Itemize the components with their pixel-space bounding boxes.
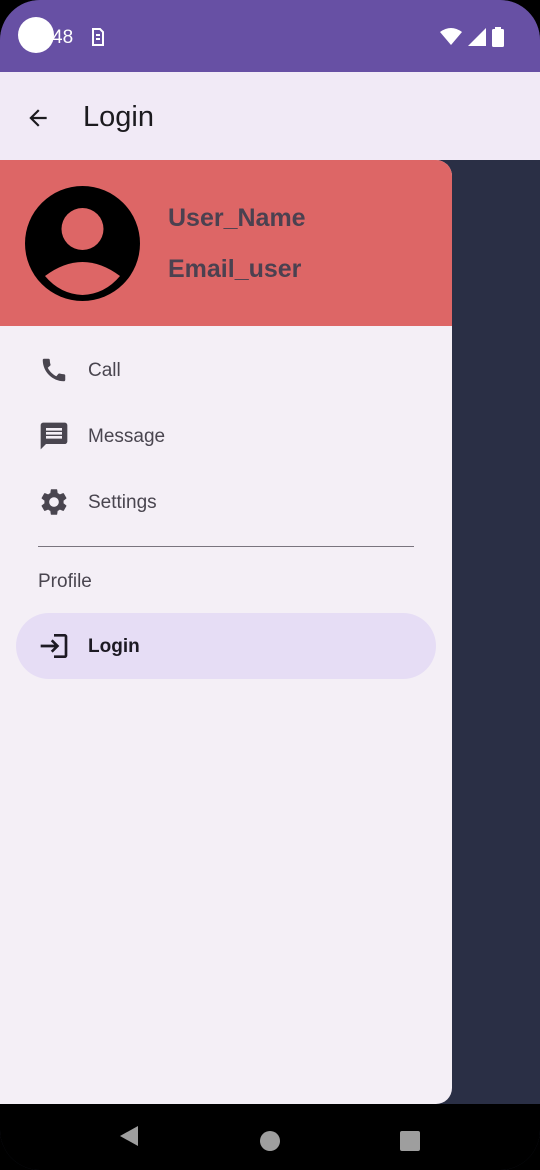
drawer-user-name: User_Name	[168, 204, 306, 232]
navigation-drawer: User_Name Email_user Call Message Settin…	[0, 160, 452, 1104]
camera-cutout	[18, 17, 54, 53]
back-button[interactable]	[20, 100, 56, 136]
sim-icon	[92, 28, 104, 46]
drawer-item-message[interactable]: Message	[16, 403, 436, 469]
status-time: 48	[52, 27, 74, 48]
wifi-icon	[440, 28, 462, 45]
drawer-item-label: Settings	[88, 492, 157, 513]
gear-icon	[38, 486, 70, 518]
drawer-section-label: Profile	[38, 571, 92, 592]
drawer-user-email: Email_user	[168, 255, 302, 283]
nav-home-icon[interactable]	[259, 1130, 281, 1152]
drawer-item-label: Login	[88, 636, 140, 657]
arrow-back-icon	[29, 109, 47, 127]
signal-icon	[468, 28, 486, 46]
nav-back-icon[interactable]	[118, 1124, 140, 1148]
drawer-item-call[interactable]: Call	[16, 337, 436, 403]
page-title: Login	[83, 101, 154, 133]
drawer-item-settings[interactable]: Settings	[16, 469, 436, 535]
system-navigation-bar	[0, 1104, 540, 1170]
login-icon	[38, 630, 70, 662]
drawer-item-label: Call	[88, 360, 121, 381]
phone-screen: 48 Login User_Name Email_user Call Messa…	[0, 0, 540, 1170]
drawer-item-label: Message	[88, 426, 166, 447]
drawer-divider	[38, 546, 414, 547]
message-icon	[38, 420, 70, 452]
status-icons	[440, 27, 504, 47]
drawer-item-login[interactable]: Login	[16, 613, 436, 679]
nav-recents-icon[interactable]	[399, 1130, 421, 1152]
account-circle-icon	[25, 186, 140, 301]
drawer-header: User_Name Email_user	[0, 160, 452, 326]
phone-icon	[38, 354, 70, 386]
top-app-bar: Login	[0, 72, 540, 160]
battery-icon	[492, 27, 504, 47]
status-bar: 48	[0, 0, 540, 72]
